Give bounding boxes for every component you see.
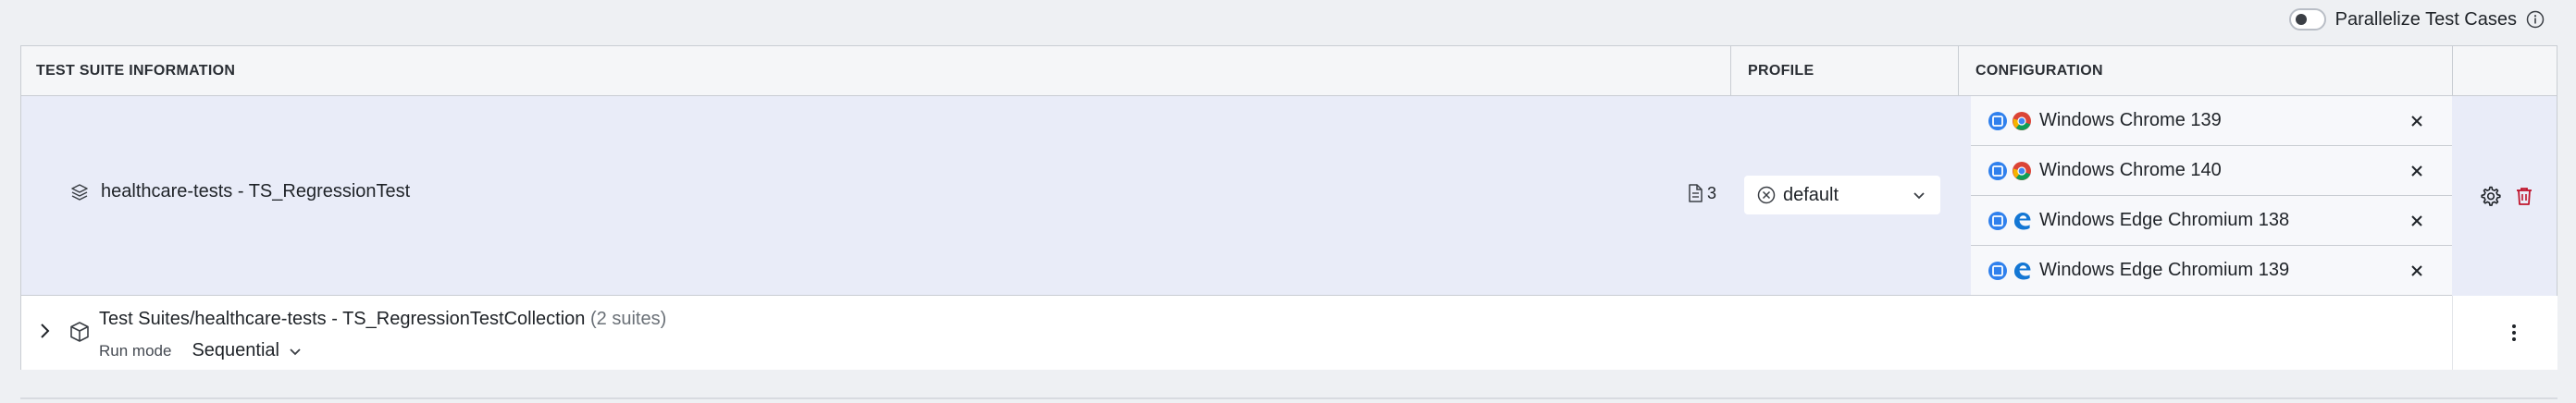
profile-value: default [1783,184,1839,205]
configuration-label: Windows Chrome 140 [2039,160,2222,180]
edge-icon [2014,262,2031,279]
configuration-item: Windows Edge Chromium 139 [1971,246,2452,296]
configuration-item: Windows Chrome 139 [1971,96,2452,146]
configuration-item: Windows Edge Chromium 138 [1971,196,2452,246]
close-icon[interactable] [2408,112,2426,130]
toggle-knob [2295,14,2307,25]
parallelize-toggle[interactable] [2288,8,2326,31]
run-mode-select[interactable]: Sequential [192,340,303,361]
suite-info: healthcare-tests - TS_RegressionTest [69,181,410,202]
header-suite-info: TEST SUITE INFORMATION [36,63,236,79]
collection-name: Test Suites/healthcare-tests - TS_Regres… [99,309,586,329]
table-header: TEST SUITE INFORMATION PROFILE CONFIGURA… [21,46,2557,96]
collection-actions [2452,296,2557,370]
close-icon[interactable] [2408,262,2426,280]
parallelize-label: Parallelize Test Cases [2334,8,2517,30]
windows-icon [1988,161,2007,180]
configuration-label: Windows Edge Chromium 138 [2039,210,2290,230]
suite-name: healthcare-tests - TS_RegressionTest [101,181,411,202]
gear-icon[interactable] [2480,185,2502,207]
chrome-icon [2012,161,2031,180]
parallelize-control: Parallelize Test Cases [2288,8,2545,31]
close-icon[interactable] [2408,162,2426,180]
chrome-icon [2012,111,2031,130]
divider [20,397,2557,399]
chevron-right-icon[interactable] [34,320,55,342]
test-case-count-value: 3 [1707,183,1717,202]
header-configuration: CONFIGURATION [1975,63,2103,79]
run-mode-value: Sequential [192,340,279,360]
configuration-label: Windows Chrome 139 [2039,110,2222,130]
more-vertical-icon[interactable] [2510,322,2518,344]
close-icon[interactable] [2408,212,2426,230]
collection-suite-count: (2 suites) [590,309,667,329]
document-icon [1689,184,1703,202]
run-mode-label: Run mode [99,341,172,360]
windows-icon [1988,261,2007,280]
profile-variable-icon [1757,186,1776,204]
windows-icon [1988,211,2007,230]
test-case-count: 3 [1687,183,1716,203]
toolbar: Parallelize Test Cases [0,0,2576,43]
box-icon [70,322,89,342]
header-profile: PROFILE [1748,63,1814,79]
collection-title: Test Suites/healthcare-tests - TS_Regres… [99,309,666,330]
windows-icon [1988,111,2007,130]
edge-icon [2014,212,2031,229]
row-actions [2452,96,2557,296]
chevron-down-icon [290,348,301,355]
layers-icon [71,183,88,201]
collection-row[interactable]: Test Suites/healthcare-tests - TS_Regres… [21,296,2557,370]
trash-icon[interactable] [2513,185,2535,207]
info-icon[interactable] [2526,10,2545,29]
run-mode: Run mode Sequential [99,340,303,361]
configuration-item: Windows Chrome 140 [1971,146,2452,196]
profile-select[interactable]: default [1744,176,1940,214]
chevron-down-icon [1913,192,1925,200]
configuration-label: Windows Edge Chromium 139 [2039,260,2290,280]
test-suites-table: TEST SUITE INFORMATION PROFILE CONFIGURA… [20,45,2557,370]
